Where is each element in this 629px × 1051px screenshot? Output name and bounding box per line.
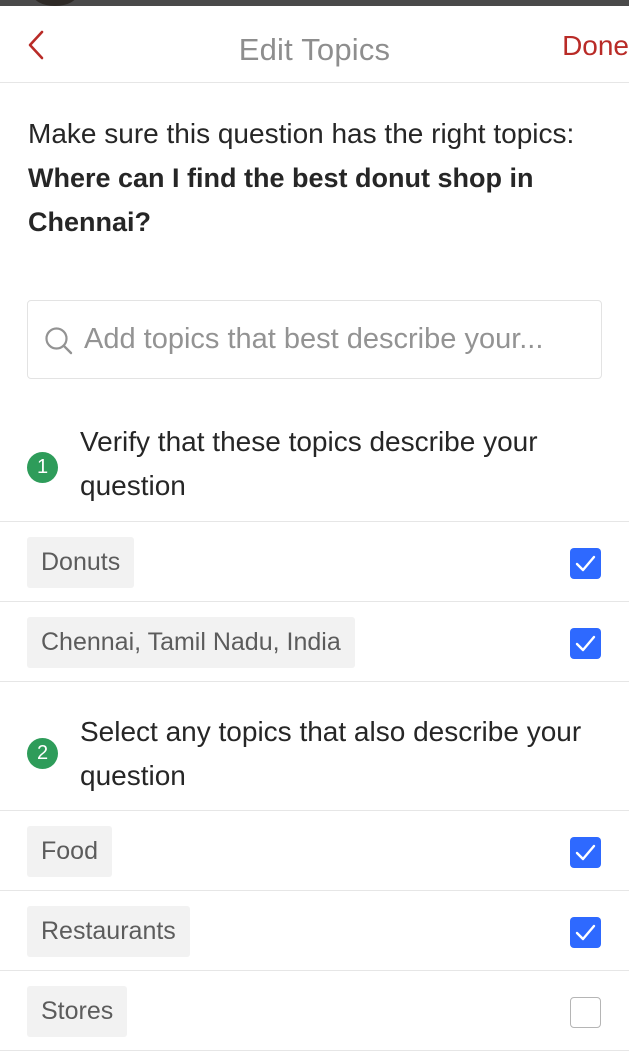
checkmark-icon xyxy=(575,844,596,861)
topic-chip[interactable]: Stores xyxy=(27,986,128,1037)
topic-chip[interactable]: Chennai, Tamil Nadu, India xyxy=(27,617,355,668)
checkmark-icon xyxy=(575,555,596,572)
section-heading: Verify that these topics describe your q… xyxy=(80,426,538,501)
question-title: Where can I find the best donut shop in … xyxy=(28,163,534,237)
topic-checkbox[interactable] xyxy=(570,997,601,1028)
topic-checkbox[interactable] xyxy=(570,548,601,579)
topic-search-input[interactable] xyxy=(84,301,593,378)
topic-checkbox[interactable] xyxy=(570,837,601,868)
done-button[interactable]: Done xyxy=(562,30,629,62)
section-select-topics: 2 Select any topics that also describe y… xyxy=(0,682,629,811)
intro-text: Make sure this question has the right to… xyxy=(28,112,608,244)
topic-checkbox[interactable] xyxy=(570,628,601,659)
topic-chip[interactable]: Restaurants xyxy=(27,906,190,957)
topic-row: Food xyxy=(0,811,629,891)
topic-row: Chennai, Tamil Nadu, India xyxy=(0,602,629,682)
topic-search-box[interactable] xyxy=(27,300,602,379)
topic-chip[interactable]: Donuts xyxy=(27,537,135,588)
navigation-bar: Edit Topics Done xyxy=(0,6,629,83)
step-badge: 2 xyxy=(27,738,58,769)
topic-row: Restaurants xyxy=(0,891,629,971)
topic-row: Donuts xyxy=(0,522,629,602)
topic-checkbox[interactable] xyxy=(570,917,601,948)
topic-chip[interactable]: Food xyxy=(27,826,112,877)
section-verify-topics: 1 Verify that these topics describe your… xyxy=(0,412,629,522)
step-badge: 1 xyxy=(27,452,58,483)
topic-row: Stores xyxy=(0,971,629,1051)
checkmark-icon xyxy=(575,924,596,941)
search-icon xyxy=(45,327,73,355)
intro-prompt: Make sure this question has the right to… xyxy=(28,118,575,149)
section-heading: Select any topics that also describe you… xyxy=(80,716,582,791)
checkmark-icon xyxy=(575,635,596,652)
page-title: Edit Topics xyxy=(238,32,391,67)
